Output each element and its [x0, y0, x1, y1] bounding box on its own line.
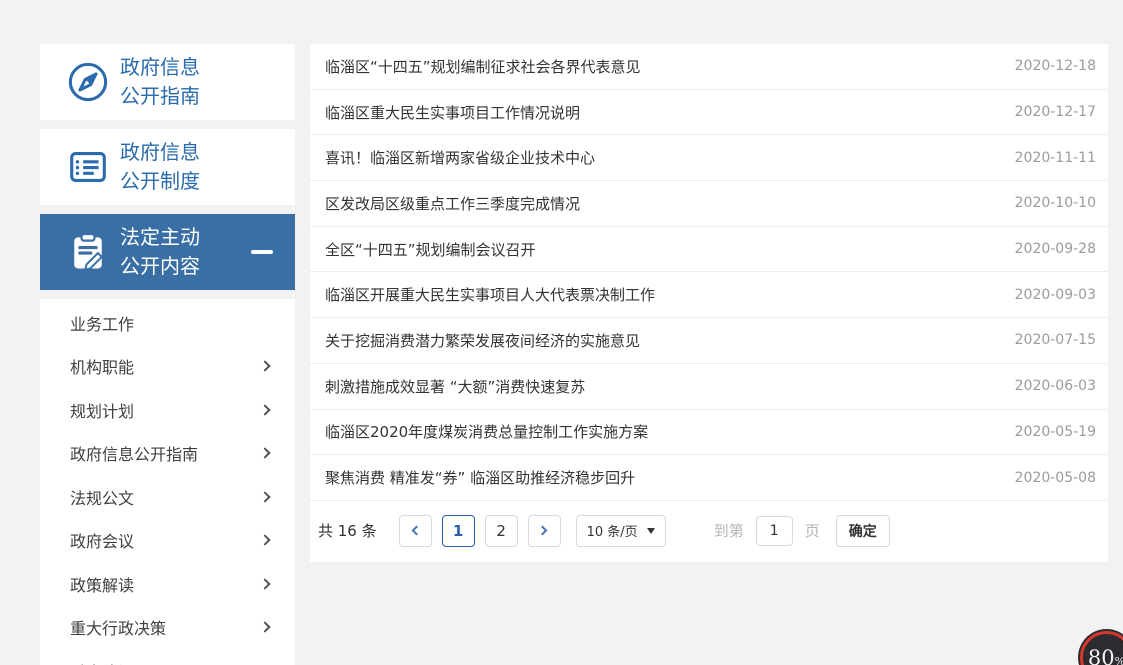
- page-size-select[interactable]: 10 条/页: [576, 515, 666, 547]
- news-date: 2020-12-18: [1015, 58, 1096, 74]
- menu-item-label: 政府会议: [70, 528, 134, 552]
- sidebar-submenu: 业务工作 机构职能 规划计划 政府信息公开指南 法规公文 政府会议 政策解读 重…: [40, 299, 295, 665]
- menu-item-label: 法规公文: [70, 485, 134, 509]
- menu-item-regulations[interactable]: 法规公文: [40, 475, 295, 519]
- page-button-1[interactable]: 1: [442, 515, 475, 547]
- page-button-2[interactable]: 2: [485, 515, 518, 547]
- news-date: 2020-05-08: [1015, 470, 1096, 486]
- sidebar-card-gov-info-guide[interactable]: 政府信息 公开指南: [40, 44, 295, 120]
- news-title-link[interactable]: 临淄区开展重大民生实事项目人大代表票决制工作: [325, 284, 655, 305]
- rules-document-icon: [56, 144, 120, 190]
- news-date: 2020-05-19: [1015, 424, 1096, 440]
- news-date: 2020-09-03: [1015, 287, 1096, 303]
- news-row: 临淄区开展重大民生实事项目人大代表票决制工作 2020-09-03: [310, 272, 1108, 318]
- sidebar-card-statutory-disclosure[interactable]: 法定主动 公开内容: [40, 214, 295, 290]
- zoom-level-badge[interactable]: 80 %: [1078, 629, 1123, 665]
- goto-page-input[interactable]: [756, 516, 793, 546]
- page-size-value: 10 条/页: [587, 521, 638, 540]
- collapse-minus-icon[interactable]: [251, 250, 273, 254]
- sidebar-card-label: 政府信息 公开制度: [120, 138, 200, 196]
- chevron-left-icon: [412, 526, 422, 536]
- chevron-right-icon: [259, 578, 270, 589]
- news-row: 关于挖掘消费潜力繁荣发展夜间经济的实施意见 2020-07-15: [310, 318, 1108, 364]
- dropdown-arrow-icon: [647, 528, 655, 534]
- compass-icon: [56, 59, 120, 105]
- menu-item-major-decisions[interactable]: 重大行政决策: [40, 606, 295, 650]
- chevron-right-icon: [259, 404, 270, 415]
- menu-item-label: 重大行政决策: [70, 615, 166, 639]
- goto-page-group: 到第 页: [714, 516, 820, 546]
- news-date: 2020-11-11: [1015, 150, 1096, 166]
- sidebar-card-label: 法定主动 公开内容: [120, 223, 200, 281]
- menu-item-label: 重大建设项目: [70, 659, 166, 665]
- chevron-right-icon: [259, 361, 270, 372]
- menu-item-label: 规划计划: [70, 398, 134, 422]
- chevron-right-icon: [259, 448, 270, 459]
- menu-item-label: 政策解读: [70, 572, 134, 596]
- news-row: 临淄区2020年度煤炭消费总量控制工作实施方案 2020-05-19: [310, 410, 1108, 456]
- menu-item-business-work[interactable]: 业务工作: [40, 301, 295, 345]
- goto-prefix-label: 到第: [714, 520, 744, 541]
- chevron-right-icon: [259, 535, 270, 546]
- menu-item-major-projects[interactable]: 重大建设项目: [40, 649, 295, 665]
- news-title-link[interactable]: 区发改局区级重点工作三季度完成情况: [325, 193, 580, 214]
- news-title-link[interactable]: 临淄区重大民生实事项目工作情况说明: [325, 102, 580, 123]
- pagination-bar: 共 16 条 1 2 10 条/页 到第 页 确定: [310, 501, 1108, 561]
- news-row: 临淄区“十四五”规划编制征求社会各界代表意见 2020-12-18: [310, 44, 1108, 90]
- total-count-label: 共 16 条: [318, 520, 377, 541]
- news-row: 聚焦消费 精准发“券” 临淄区助推经济稳步回升 2020-05-08: [310, 455, 1108, 501]
- news-title-link[interactable]: 临淄区“十四五”规划编制征求社会各界代表意见: [325, 56, 641, 77]
- news-date: 2020-07-15: [1015, 332, 1096, 348]
- news-date: 2020-10-10: [1015, 195, 1096, 211]
- zoom-value: 80: [1088, 646, 1115, 665]
- news-title-link[interactable]: 喜讯！临淄区新增两家省级企业技术中心: [325, 147, 595, 168]
- goto-suffix-label: 页: [805, 520, 820, 541]
- news-panel: 临淄区“十四五”规划编制征求社会各界代表意见 2020-12-18 临淄区重大民…: [310, 44, 1108, 562]
- menu-item-label: 机构职能: [70, 354, 134, 378]
- menu-item-plans[interactable]: 规划计划: [40, 388, 295, 432]
- chevron-right-icon: [538, 526, 548, 536]
- menu-item-label: 业务工作: [70, 311, 134, 335]
- menu-item-org-functions[interactable]: 机构职能: [40, 345, 295, 389]
- news-date: 2020-06-03: [1015, 378, 1096, 394]
- news-title-link[interactable]: 关于挖掘消费潜力繁荣发展夜间经济的实施意见: [325, 330, 640, 351]
- clipboard-pencil-icon: [56, 230, 120, 274]
- news-title-link[interactable]: 刺激措施成效显著 “大额”消费快速复苏: [325, 376, 585, 397]
- news-title-link[interactable]: 全区“十四五”规划编制会议召开: [325, 239, 536, 260]
- news-row: 喜讯！临淄区新增两家省级企业技术中心 2020-11-11: [310, 135, 1108, 181]
- menu-item-policy-interpretation[interactable]: 政策解读: [40, 562, 295, 606]
- news-row: 临淄区重大民生实事项目工作情况说明 2020-12-17: [310, 90, 1108, 136]
- chevron-right-icon: [259, 491, 270, 502]
- news-date: 2020-09-28: [1015, 241, 1096, 257]
- confirm-button[interactable]: 确定: [836, 515, 890, 547]
- news-title-link[interactable]: 聚焦消费 精准发“券” 临淄区助推经济稳步回升: [325, 467, 635, 488]
- news-row: 区发改局区级重点工作三季度完成情况 2020-10-10: [310, 181, 1108, 227]
- menu-item-gov-meetings[interactable]: 政府会议: [40, 519, 295, 563]
- prev-page-button[interactable]: [399, 515, 432, 547]
- chevron-right-icon: [259, 622, 270, 633]
- sidebar: 政府信息 公开指南 政府信息 公开制度: [40, 44, 295, 665]
- news-date: 2020-12-17: [1015, 104, 1096, 120]
- news-row: 刺激措施成效显著 “大额”消费快速复苏 2020-06-03: [310, 364, 1108, 410]
- news-row: 全区“十四五”规划编制会议召开 2020-09-28: [310, 227, 1108, 273]
- menu-item-gov-info-guide[interactable]: 政府信息公开指南: [40, 432, 295, 476]
- next-page-button[interactable]: [528, 515, 561, 547]
- sidebar-card-gov-info-rules[interactable]: 政府信息 公开制度: [40, 129, 295, 205]
- sidebar-card-label: 政府信息 公开指南: [120, 53, 200, 111]
- news-title-link[interactable]: 临淄区2020年度煤炭消费总量控制工作实施方案: [325, 421, 648, 442]
- percent-sign: %: [1115, 655, 1123, 665]
- menu-item-label: 政府信息公开指南: [70, 441, 198, 465]
